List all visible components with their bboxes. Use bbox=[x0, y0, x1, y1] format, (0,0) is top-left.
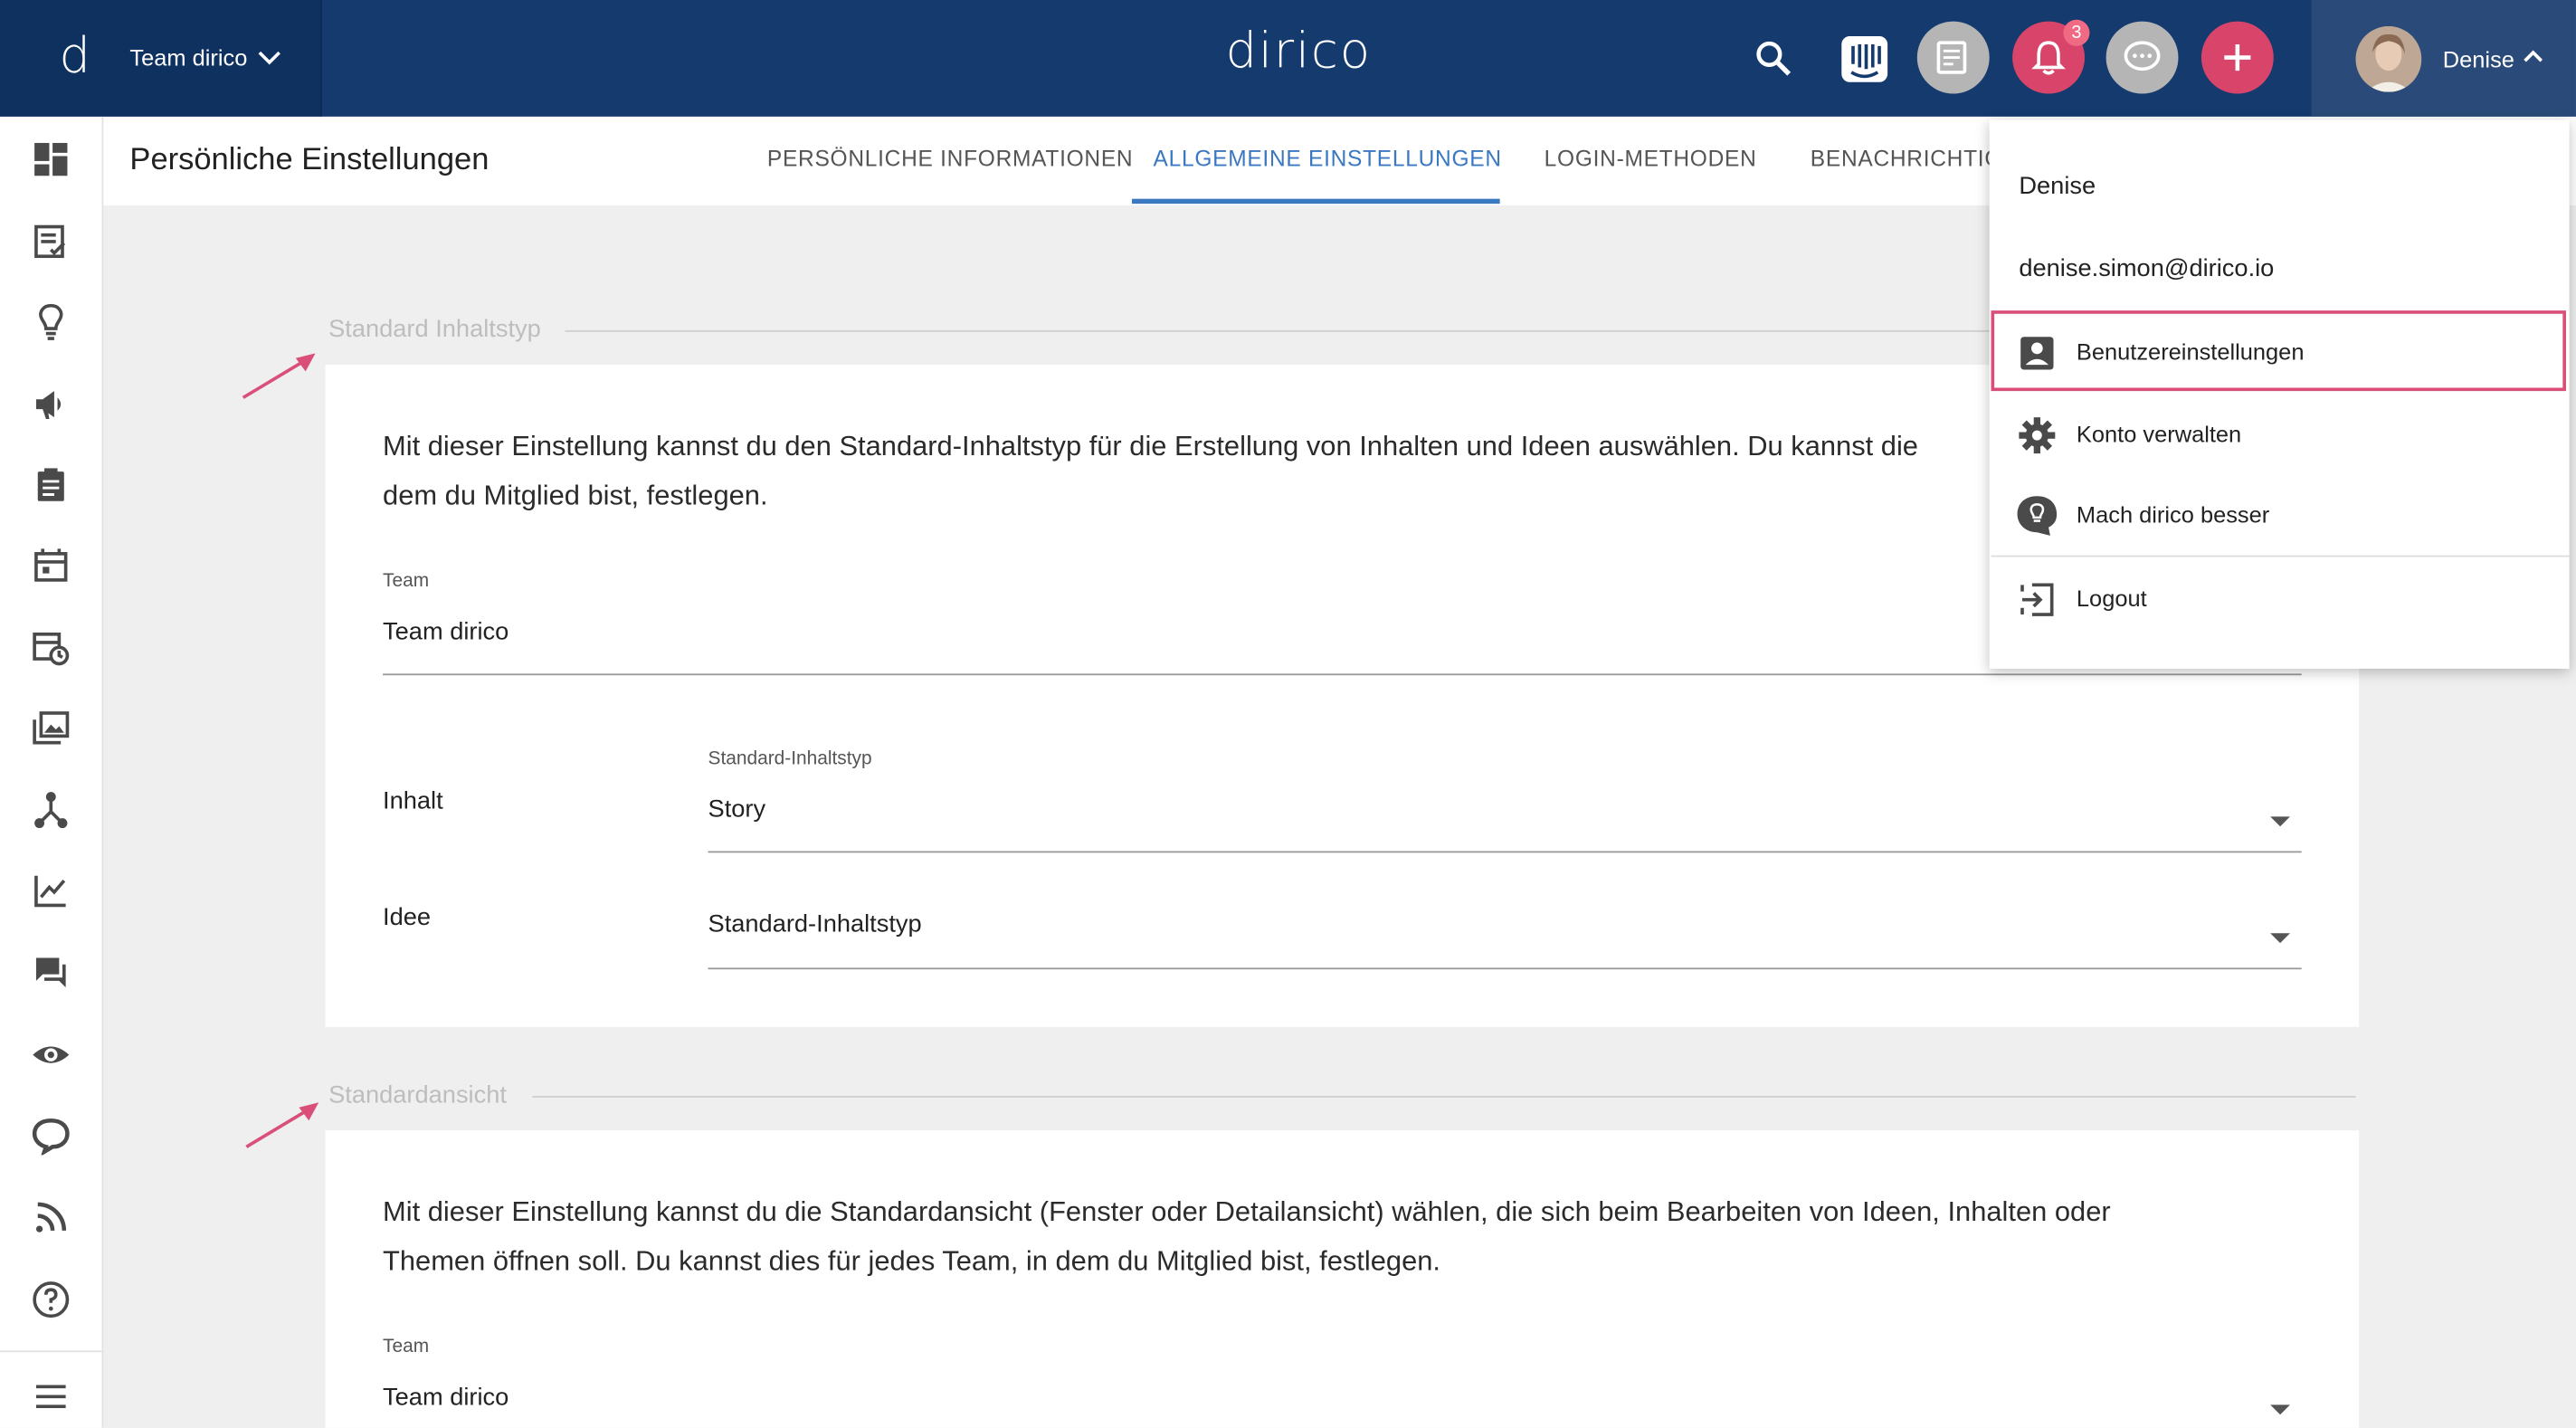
calendar-clock-icon[interactable] bbox=[31, 628, 71, 668]
clipboard-icon[interactable] bbox=[31, 465, 71, 505]
row-label-idea: Idee bbox=[383, 903, 432, 932]
row-label-content: Inhalt bbox=[383, 786, 443, 815]
team-select-value[interactable]: Team dirico bbox=[383, 1384, 509, 1412]
menu-user-name: Denise bbox=[2019, 172, 2096, 201]
lightbulb-chat-icon[interactable] bbox=[2014, 493, 2060, 539]
content-type-underline bbox=[708, 851, 2302, 853]
menu-item-manage-account[interactable]: Konto verwalten bbox=[2077, 421, 2241, 447]
content-type-select-value[interactable]: Story bbox=[708, 795, 766, 823]
gear-icon[interactable] bbox=[2018, 415, 2058, 455]
section-divider bbox=[532, 1096, 2356, 1098]
chevron-down-icon[interactable] bbox=[256, 49, 282, 69]
checklist-icon[interactable] bbox=[31, 222, 71, 262]
sidebar-divider bbox=[0, 1350, 102, 1353]
user-photo bbox=[2355, 26, 2422, 92]
dropdown-arrow-icon[interactable] bbox=[2270, 933, 2290, 944]
account-box-icon[interactable] bbox=[2019, 335, 2055, 371]
chat-icon bbox=[2124, 41, 2161, 71]
team-select-underline bbox=[383, 673, 2302, 676]
megaphone-icon[interactable] bbox=[31, 385, 71, 424]
calendar-icon[interactable] bbox=[31, 546, 71, 585]
team-select-value[interactable]: Team dirico bbox=[383, 618, 509, 646]
description-line-2: Themen öffnen soll. Du kannst dies für j… bbox=[383, 1245, 1440, 1277]
menu-item-user-settings[interactable]: Benutzereinstellungen bbox=[2077, 338, 2305, 365]
idea-type-select-placeholder[interactable]: Standard-Inhaltstyp bbox=[708, 910, 922, 938]
menu-divider bbox=[1991, 555, 2570, 557]
section-description: Mit dieser Einstellung kannst du den Sta… bbox=[383, 423, 1918, 521]
intercom-icon[interactable] bbox=[1839, 34, 1888, 83]
logout-icon[interactable] bbox=[2019, 582, 2055, 618]
active-tab-indicator bbox=[1131, 198, 1500, 205]
chevron-up-icon[interactable] bbox=[2522, 48, 2544, 64]
menu-item-feedback[interactable]: Mach dirico besser bbox=[2077, 501, 2269, 528]
team-field-label: Team bbox=[383, 571, 430, 592]
description-line-1: Mit dieser Einstellung kannst du die Sta… bbox=[383, 1195, 2111, 1228]
annotation-arrow bbox=[245, 1102, 319, 1148]
plus-icon bbox=[2224, 44, 2251, 71]
section-title-content-type: Standard Inhaltstyp bbox=[328, 315, 541, 344]
tab-personal-info[interactable]: PERSÖNLICHE INFORMATIONEN bbox=[767, 147, 1133, 171]
page-title: Persönliche Einstellungen bbox=[129, 142, 490, 178]
help-icon[interactable] bbox=[31, 1280, 71, 1319]
brand-name: dirico bbox=[1225, 23, 1372, 81]
description-line-1: Mit dieser Einstellung kannst du den Sta… bbox=[383, 430, 1918, 462]
team-field-label: Team bbox=[383, 1337, 430, 1357]
media-library-icon[interactable] bbox=[31, 709, 71, 748]
analytics-icon[interactable] bbox=[31, 871, 71, 910]
app-logo[interactable]: d bbox=[59, 29, 90, 86]
section-description: Mit dieser Einstellung kannst du die Sta… bbox=[383, 1188, 2111, 1287]
notes-button[interactable] bbox=[1916, 21, 1990, 94]
notes-icon bbox=[1936, 41, 1967, 74]
notification-badge: 3 bbox=[2063, 19, 2090, 46]
add-button[interactable] bbox=[2201, 21, 2274, 94]
menu-user-email: denise.simon@dirico.io bbox=[2019, 254, 2275, 283]
forum-icon[interactable] bbox=[31, 953, 71, 993]
bell-icon bbox=[2031, 41, 2066, 75]
lightbulb-icon[interactable] bbox=[31, 302, 71, 342]
tab-login-methods[interactable]: LOGIN-METHODEN bbox=[1545, 147, 1757, 171]
dashboard-icon[interactable] bbox=[31, 139, 71, 179]
section-divider bbox=[565, 329, 1991, 332]
avatar[interactable] bbox=[2355, 26, 2422, 92]
chat-button[interactable] bbox=[2105, 21, 2179, 94]
idea-type-underline bbox=[708, 967, 2302, 970]
menu-item-logout[interactable]: Logout bbox=[2077, 585, 2147, 611]
dropdown-arrow-icon[interactable] bbox=[2270, 1404, 2290, 1415]
user-name[interactable]: Denise bbox=[2443, 46, 2514, 72]
annotation-arrow bbox=[242, 353, 316, 399]
section-title-default-view: Standardansicht bbox=[328, 1081, 507, 1109]
hierarchy-icon[interactable] bbox=[31, 790, 71, 830]
rss-icon[interactable] bbox=[31, 1198, 71, 1238]
content-type-field-label: Standard-Inhaltstyp bbox=[708, 748, 872, 769]
tab-notifications[interactable]: BENACHRICHTIG bbox=[1811, 147, 2002, 171]
dropdown-arrow-icon[interactable] bbox=[2270, 816, 2290, 827]
chat-bubble-icon[interactable] bbox=[31, 1116, 71, 1156]
menu-icon[interactable] bbox=[31, 1376, 71, 1416]
team-switcher-label[interactable]: Team dirico bbox=[129, 44, 247, 71]
tab-general-settings[interactable]: ALLGEMEINE EINSTELLUNGEN bbox=[1154, 147, 1502, 171]
eye-icon[interactable] bbox=[31, 1035, 71, 1075]
search-icon[interactable] bbox=[1754, 40, 1794, 80]
description-line-2: dem du Mitglied bist, festlegen. bbox=[383, 480, 768, 511]
